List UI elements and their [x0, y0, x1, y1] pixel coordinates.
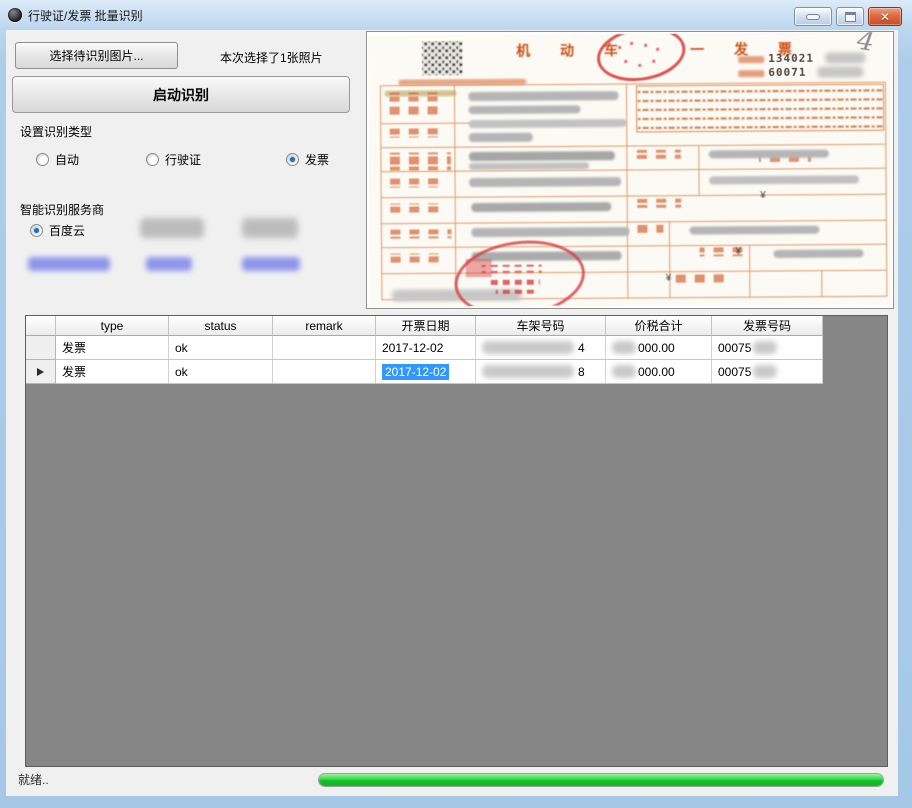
radio-driving-license-label: 行驶证: [165, 151, 201, 168]
invoice-code-label-redacted: [738, 56, 764, 63]
cell-invoice-date-selected[interactable]: 2017-12-02: [376, 360, 476, 384]
radio-baidu-cloud-label: 百度云: [49, 222, 85, 239]
window-controls: ✕: [794, 7, 902, 26]
invoice-number-prefix: 00075: [718, 341, 751, 355]
cell-remark[interactable]: [273, 336, 376, 360]
results-table: type status remark 开票日期 车架号码 价税合计 发票号码 发…: [25, 315, 888, 767]
cell-frame-number[interactable]: 8: [476, 360, 606, 384]
invoice-code-value: 134021: [768, 52, 814, 65]
app-window: 行驶证/发票 批量识别 ✕ 选择待识别图片... 本次选择了1张照片 启动识别 …: [0, 0, 912, 808]
radio-baidu-cloud[interactable]: 百度云: [30, 222, 85, 239]
status-text: 就绪..: [18, 771, 49, 788]
column-header-invoice-date[interactable]: 开票日期: [376, 316, 476, 336]
radio-invoice-label: 发票: [305, 151, 329, 168]
minimize-button[interactable]: [794, 7, 832, 26]
invoice-photo-decoration: [368, 32, 891, 307]
redacted-link-3[interactable]: [242, 257, 300, 271]
radio-driving-license-icon: [146, 153, 159, 166]
table-header-row: type status remark 开票日期 车架号码 价税合计 发票号码: [26, 316, 887, 336]
table-row-selected[interactable]: 发票 ok 2017-12-02 8 000.00 00075: [26, 360, 887, 384]
column-header-frame-number[interactable]: 车架号码: [476, 316, 606, 336]
redacted-link-2[interactable]: [146, 257, 192, 271]
cell-type[interactable]: 发票: [56, 336, 169, 360]
row-header[interactable]: [26, 336, 56, 360]
current-row-arrow-icon: [37, 368, 44, 376]
recognition-type-label: 设置识别类型: [20, 123, 92, 140]
invoice-preview-panel: 机 动 车 一 发 票 134021 60071 4 ¥ ¥ ¥: [366, 31, 894, 309]
invoice-number-prefix: 00075: [718, 365, 751, 379]
cell-invoice-number[interactable]: 00075: [712, 360, 823, 384]
progress-bar: [318, 773, 884, 787]
currency-mark: ¥: [736, 246, 742, 257]
redacted-frame-number: [482, 365, 574, 378]
redacted-provider-option-2: [242, 218, 298, 238]
currency-mark: ¥: [760, 190, 766, 201]
radio-invoice-icon: [286, 153, 299, 166]
invoice-title-left: 机 动 车: [516, 40, 631, 61]
close-button[interactable]: ✕: [868, 7, 902, 26]
redacted-amount-prefix: [612, 365, 636, 378]
invoice-number-redacted-tail: [817, 66, 863, 77]
title-bar[interactable]: 行驶证/发票 批量识别 ✕: [0, 0, 912, 30]
maximize-icon: [845, 12, 856, 22]
cell-total-amount[interactable]: 000.00: [606, 360, 712, 384]
invoice-number-label-redacted: [738, 70, 764, 77]
amount-value: 000.00: [638, 341, 675, 355]
invoice-photo: 机 动 车 一 发 票 134021 60071 4 ¥ ¥ ¥: [368, 32, 892, 308]
column-header-status[interactable]: status: [169, 316, 273, 336]
redacted-frame-number: [482, 341, 574, 354]
redacted-provider-option-1: [140, 218, 204, 238]
radio-auto-label: 自动: [55, 151, 79, 168]
start-recognition-button[interactable]: 启动识别: [12, 76, 350, 113]
cell-frame-number[interactable]: 4: [476, 336, 606, 360]
amount-value: 000.00: [638, 365, 675, 379]
service-provider-label: 智能识别服务商: [20, 201, 104, 218]
radio-auto-icon: [36, 153, 49, 166]
select-images-button[interactable]: 选择待识别图片...: [15, 42, 178, 69]
cell-invoice-date[interactable]: 2017-12-02: [376, 336, 476, 360]
row-header-corner[interactable]: [26, 316, 56, 336]
close-icon: ✕: [880, 11, 890, 23]
maximize-button[interactable]: [836, 7, 864, 26]
table-row[interactable]: 发票 ok 2017-12-02 4 000.00 00075: [26, 336, 887, 360]
radio-baidu-cloud-icon: [30, 224, 43, 237]
cell-remark[interactable]: [273, 360, 376, 384]
frame-number-suffix: 4: [578, 341, 585, 355]
selection-count-label: 本次选择了1张照片: [220, 49, 323, 66]
radio-invoice[interactable]: 发票: [286, 151, 329, 168]
frame-number-suffix: 8: [578, 365, 585, 379]
cell-status[interactable]: ok: [169, 360, 273, 384]
client-area: 选择待识别图片... 本次选择了1张照片 启动识别 设置识别类型 自动 行驶证 …: [6, 30, 898, 796]
window-title: 行驶证/发票 批量识别: [28, 7, 143, 24]
redacted-invoice-number-tail: [753, 341, 777, 354]
redacted-invoice-number-tail: [753, 365, 777, 378]
redacted-amount-prefix: [612, 341, 636, 354]
app-icon: [8, 8, 22, 22]
column-header-invoice-number[interactable]: 发票号码: [712, 316, 823, 336]
redacted-link-1[interactable]: [28, 257, 110, 271]
column-header-remark[interactable]: remark: [273, 316, 376, 336]
invoice-number-value: 60071: [768, 66, 806, 79]
selected-date-value: 2017-12-02: [382, 364, 449, 380]
column-header-type[interactable]: type: [56, 316, 169, 336]
radio-auto[interactable]: 自动: [36, 151, 79, 168]
cell-status[interactable]: ok: [169, 336, 273, 360]
cell-invoice-number[interactable]: 00075: [712, 336, 823, 360]
progress-fill: [319, 774, 883, 786]
currency-mark: ¥: [666, 273, 672, 284]
column-header-total-amount[interactable]: 价税合计: [606, 316, 712, 336]
cell-type[interactable]: 发票: [56, 360, 169, 384]
row-header-current[interactable]: [26, 360, 56, 384]
cell-total-amount[interactable]: 000.00: [606, 336, 712, 360]
radio-driving-license[interactable]: 行驶证: [146, 151, 201, 168]
minimize-icon: [806, 14, 820, 20]
